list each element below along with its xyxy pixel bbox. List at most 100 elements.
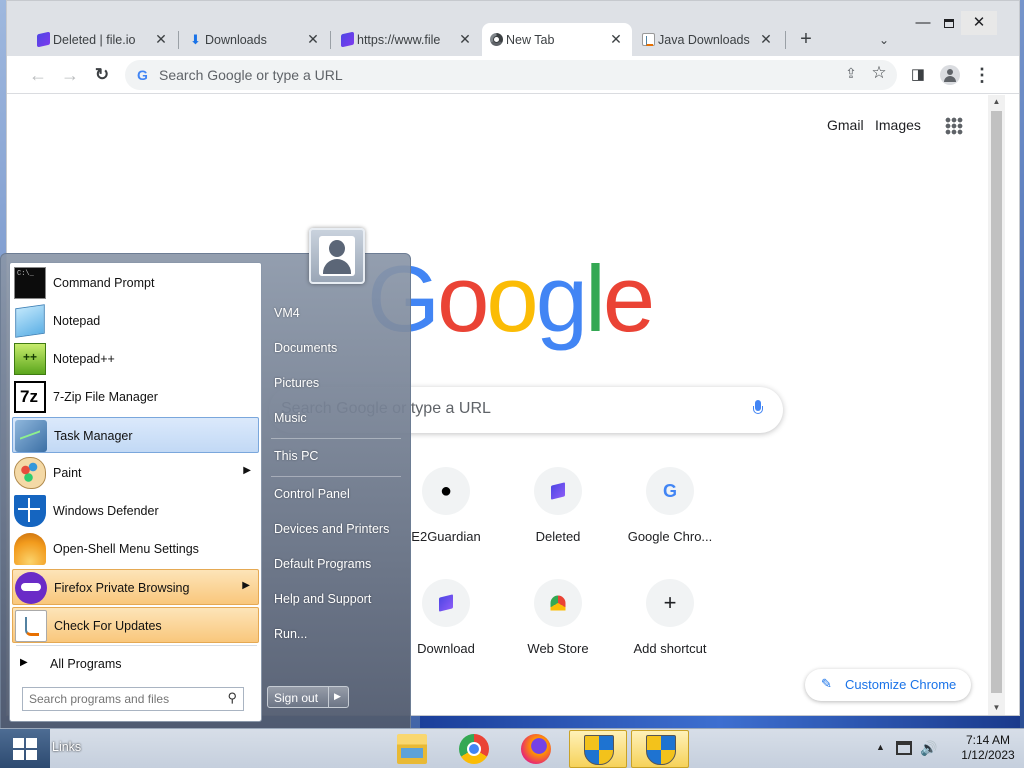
uac-shield-icon xyxy=(646,735,676,765)
system-tray: ▲ 🔊 7:14 AM 1/12/2023 xyxy=(874,729,1024,768)
clock[interactable]: 7:14 AM 1/12/2023 xyxy=(954,733,1022,763)
program-open-shell-settings[interactable]: Open-Shell Menu Settings xyxy=(12,531,259,567)
program-notepad-plus-plus[interactable]: Notepad++ xyxy=(12,341,259,377)
google-apps-grid-icon[interactable] xyxy=(945,117,963,135)
start-item-label: Run... xyxy=(274,627,308,641)
taskbar-uac-shield-2[interactable] xyxy=(631,730,689,768)
links-toolbar[interactable]: Links xyxy=(52,740,81,754)
taskbar-firefox[interactable] xyxy=(507,730,565,768)
share-icon[interactable]: ⇪ xyxy=(841,65,861,85)
start-item-label: Pictures xyxy=(274,376,320,390)
start-search-input[interactable] xyxy=(29,691,215,707)
scroll-up-arrow-icon[interactable]: ▲ xyxy=(988,95,1005,109)
program-label: Command Prompt xyxy=(53,276,155,290)
tab-close-icon[interactable]: ✕ xyxy=(305,31,321,48)
program-firefox-private[interactable]: Firefox Private Browsing ▶ xyxy=(12,569,259,605)
show-hidden-icons-icon[interactable]: ▲ xyxy=(876,742,885,752)
download-icon: ⬇ xyxy=(190,32,201,47)
program-task-manager[interactable]: Task Manager xyxy=(12,417,259,453)
program-command-prompt[interactable]: Command Prompt xyxy=(12,265,259,301)
taskbar-uac-shield-1[interactable] xyxy=(569,730,627,768)
start-item-help-support[interactable]: Help and Support xyxy=(267,584,405,614)
notepad-icon xyxy=(15,304,45,338)
gmail-link[interactable]: Gmail xyxy=(827,117,864,133)
side-panel-icon[interactable]: ◨ xyxy=(905,62,931,88)
close-button[interactable]: ✕ xyxy=(961,11,997,35)
customize-chrome-button[interactable]: ✎ Customize Chrome xyxy=(805,669,971,701)
taskbar-file-explorer[interactable] xyxy=(383,730,441,768)
tab-java-downloads[interactable]: Java Downloads ✕ xyxy=(634,23,782,56)
shortcut-google-chrome[interactable]: G Google Chro... xyxy=(614,467,726,571)
program-check-for-updates[interactable]: Check For Updates xyxy=(12,607,259,643)
program-notepad[interactable]: Notepad xyxy=(12,303,259,339)
scroll-down-arrow-icon[interactable]: ▼ xyxy=(988,701,1005,715)
network-icon[interactable] xyxy=(896,741,912,755)
shortcut-label: Google Chro... xyxy=(627,529,713,544)
start-search-box[interactable]: ⚲ xyxy=(22,687,244,711)
tab-close-icon[interactable]: ✕ xyxy=(608,31,624,48)
bookmark-star-icon[interactable]: ☆ xyxy=(869,63,889,87)
scroll-thumb[interactable] xyxy=(991,111,1002,693)
tab-close-icon[interactable]: ✕ xyxy=(457,31,473,48)
sign-out-label: Sign out xyxy=(274,691,319,705)
start-item-run[interactable]: Run... xyxy=(267,619,405,649)
images-link[interactable]: Images xyxy=(875,117,921,133)
volume-icon[interactable]: 🔊 xyxy=(920,740,937,757)
java-icon xyxy=(642,33,655,46)
search-icon[interactable]: ⚲ xyxy=(227,690,237,706)
start-item-devices-printers[interactable]: Devices and Printers xyxy=(267,514,405,544)
program-windows-defender[interactable]: Windows Defender xyxy=(12,493,259,529)
tab-close-icon[interactable]: ✕ xyxy=(153,31,169,48)
tab-title: Java Downloads xyxy=(658,32,750,47)
new-tab-button[interactable]: + xyxy=(795,29,817,51)
sign-out-button[interactable]: Sign out ▶ xyxy=(267,686,349,708)
microphone-icon[interactable] xyxy=(753,400,763,420)
forward-button[interactable]: → xyxy=(57,62,83,88)
page-scrollbar[interactable]: ▲ ▼ xyxy=(988,95,1005,715)
start-item-label: Devices and Printers xyxy=(274,522,390,536)
all-programs-button[interactable]: ▶ All Programs xyxy=(12,649,259,679)
profile-button[interactable] xyxy=(937,62,963,88)
program-7zip[interactable]: 7-Zip File Manager xyxy=(12,379,259,415)
uac-shield-icon xyxy=(584,735,614,765)
logo-letter: o xyxy=(486,246,538,351)
program-paint[interactable]: Paint ▶ xyxy=(12,455,259,491)
start-item-label: Control Panel xyxy=(274,487,350,501)
start-item-vm4[interactable]: VM4 xyxy=(267,298,405,328)
reload-button[interactable]: ↻ xyxy=(89,62,115,88)
address-bar[interactable]: G Search Google or type a URL ⇪ ☆ xyxy=(125,60,897,90)
shortcut-tile: + xyxy=(646,579,694,627)
shortcut-add[interactable]: + Add shortcut xyxy=(614,579,726,683)
program-label: Open-Shell Menu Settings xyxy=(53,542,199,556)
sign-out-split-divider xyxy=(328,687,329,707)
tab-downloads[interactable]: ⬇ Downloads ✕ xyxy=(181,23,329,56)
tab-deleted-file-io[interactable]: Deleted | file.io ✕ xyxy=(29,23,177,56)
chrome-menu-icon[interactable]: ⋮ xyxy=(969,62,995,88)
maximize-icon xyxy=(944,18,954,28)
start-item-label: Documents xyxy=(274,341,338,355)
start-item-documents[interactable]: Documents xyxy=(267,333,405,363)
back-button[interactable]: ← xyxy=(25,62,51,88)
start-item-label: Default Programs xyxy=(274,557,372,571)
start-item-music[interactable]: Music xyxy=(267,403,405,433)
start-item-control-panel[interactable]: Control Panel xyxy=(267,479,405,509)
all-programs-arrow-icon: ▶ xyxy=(20,657,28,668)
shortcut-deleted[interactable]: Deleted xyxy=(502,467,614,571)
java-icon xyxy=(15,610,47,642)
tab-new-tab[interactable]: New Tab ✕ xyxy=(482,23,632,56)
taskbar-chrome[interactable] xyxy=(445,730,503,768)
tab-search-chevron-icon[interactable]: ⌄ xyxy=(873,29,895,51)
taskbar: Links ▲ 🔊 7:14 AM 1/12/2023 xyxy=(0,728,1024,768)
tab-close-icon[interactable]: ✕ xyxy=(758,31,774,48)
tab-file-io-url[interactable]: https://www.file ✕ xyxy=(333,23,481,56)
start-item-this-pc[interactable]: This PC xyxy=(267,441,405,471)
tab-separator xyxy=(785,31,786,49)
start-button[interactable] xyxy=(0,729,50,768)
start-item-default-programs[interactable]: Default Programs xyxy=(267,549,405,579)
start-item-pictures[interactable]: Pictures xyxy=(267,368,405,398)
shortcut-web-store[interactable]: Web Store xyxy=(502,579,614,683)
sign-out-options-arrow-icon[interactable]: ▶ xyxy=(334,691,341,702)
firefox-icon xyxy=(521,734,551,764)
logo-letter: e xyxy=(602,246,655,351)
user-picture[interactable] xyxy=(309,228,365,284)
